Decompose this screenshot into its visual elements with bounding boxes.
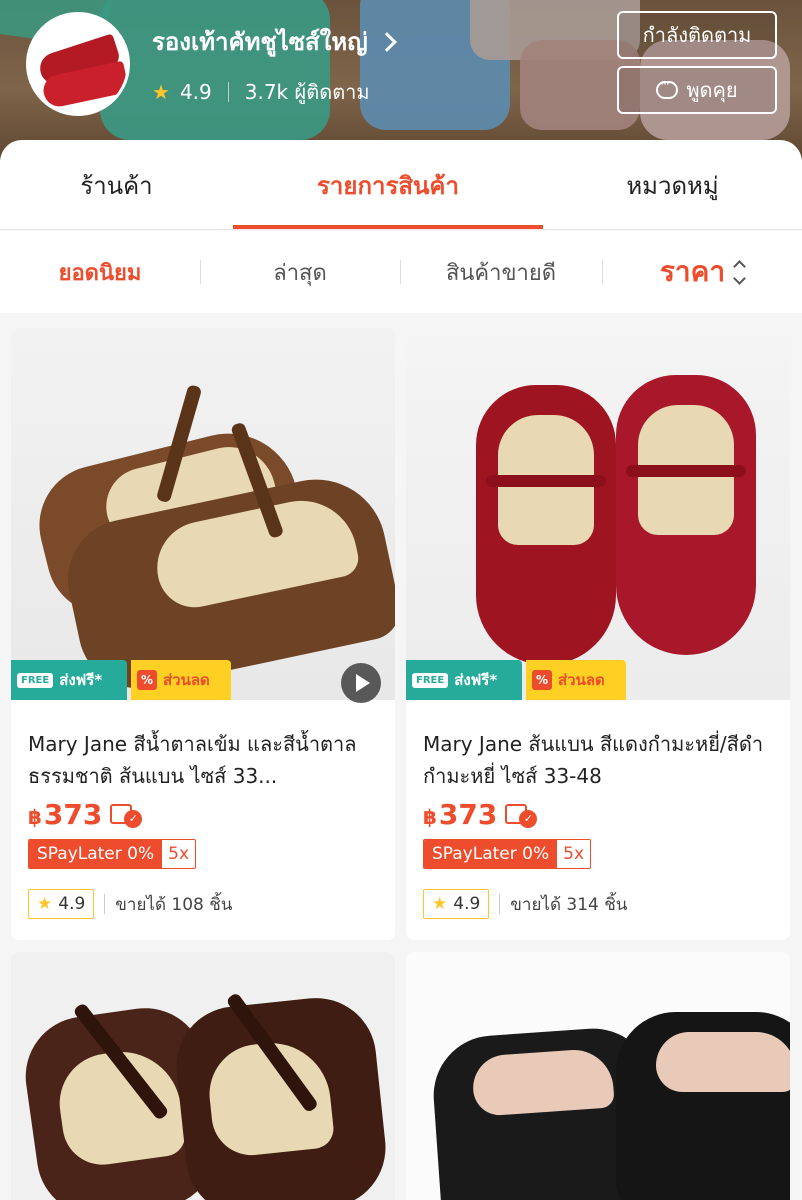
paylater-label: SPayLater 0% bbox=[424, 840, 558, 868]
rating-badge: ★ 4.9 bbox=[423, 889, 490, 919]
banner-shoe-image bbox=[360, 0, 510, 130]
meta-row: ★ 4.9 ขายได้ 108 ชิ้น bbox=[28, 889, 378, 919]
sort-label: ราคา bbox=[659, 255, 726, 288]
discount-badge: % ส่วนลด bbox=[131, 660, 231, 700]
main-tabs: ร้านค้า รายการสินค้า หมวดหมู่ bbox=[0, 140, 802, 230]
paylater-label: SPayLater 0% bbox=[29, 840, 163, 868]
free-shipping-badge: FREE ส่งฟรี* bbox=[11, 660, 127, 700]
product-card[interactable]: FREE ส่งฟรี* % ส่วนลด Mary Jane สีน้ำตาล… bbox=[11, 328, 395, 940]
sort-arrows-icon bbox=[733, 259, 746, 285]
following-button-label: กำลังติดตาม bbox=[642, 23, 752, 47]
sort-price[interactable]: ราคา bbox=[602, 231, 802, 313]
chat-button-label: พูดคุย bbox=[686, 78, 738, 102]
tab-label: ร้านค้า bbox=[80, 171, 153, 200]
percent-icon: % bbox=[532, 670, 552, 690]
product-price: ฿373 bbox=[28, 798, 102, 831]
shop-followers: 3.7k ผู้ติดตาม bbox=[244, 80, 370, 104]
paylater-badge: SPayLater 0% 5x bbox=[28, 839, 197, 869]
product-title: Mary Jane ส้นแบน สีแดงกำมะหยี่/สีดำกำมะห… bbox=[423, 732, 764, 788]
shoe-illustration bbox=[476, 385, 616, 665]
price-row: ฿373 ✓ bbox=[28, 798, 378, 831]
video-play-icon[interactable] bbox=[341, 663, 381, 703]
chat-button[interactable]: พูดคุย bbox=[617, 66, 777, 114]
shoe-illustration bbox=[616, 375, 756, 655]
discount-label: ส่วนลด bbox=[558, 671, 605, 689]
tab-label: หมวดหมู่ bbox=[626, 171, 719, 200]
chat-bubble-icon bbox=[656, 77, 679, 99]
promo-badges: FREE ส่งฟรี* % ส่วนลด bbox=[11, 660, 231, 700]
sort-best-selling[interactable]: สินค้าขายดี bbox=[400, 231, 602, 313]
discount-badge: % ส่วนลด bbox=[526, 660, 626, 700]
price-value: 373 bbox=[438, 798, 498, 831]
paylater-installments: 5x bbox=[563, 844, 585, 864]
star-icon: ★ bbox=[152, 80, 170, 104]
product-image[interactable] bbox=[406, 335, 790, 700]
tab-categories[interactable]: หมวดหมู่ bbox=[543, 140, 802, 230]
meta-divider bbox=[499, 894, 501, 914]
product-price: ฿373 bbox=[423, 798, 497, 831]
free-shipping-badge: FREE ส่งฟรี* bbox=[406, 660, 522, 700]
product-image[interactable] bbox=[11, 952, 395, 1200]
product-title: Mary Jane สีน้ำตาลเข้ม และสีน้ำตาลธรรมชา… bbox=[28, 732, 357, 788]
sold-count: ขายได้ 314 ชิ้น bbox=[510, 894, 628, 915]
product-card[interactable]: FREE ส่งฟรี* % ส่วนลด Mary Jane ส้นแบน ส… bbox=[406, 335, 790, 940]
percent-icon: % bbox=[137, 670, 157, 690]
truck-icon: FREE bbox=[412, 672, 449, 688]
shop-stats: ★ 4.9 3.7k ผู้ติดตาม bbox=[152, 76, 370, 108]
truck-icon: FREE bbox=[17, 672, 54, 688]
product-rating: 4.9 bbox=[58, 894, 86, 914]
sort-label: ยอดนิยม bbox=[58, 260, 142, 286]
sort-popular[interactable]: ยอดนิยม bbox=[0, 231, 200, 313]
sort-latest[interactable]: ล่าสุด bbox=[200, 231, 400, 313]
following-button[interactable]: กำลังติดตาม bbox=[617, 11, 777, 59]
shop-rating: 4.9 bbox=[179, 80, 212, 104]
voucher-check-icon: ✓ bbox=[110, 802, 144, 828]
discount-label: ส่วนลด bbox=[163, 671, 210, 689]
rating-badge: ★ 4.9 bbox=[28, 889, 95, 919]
star-icon: ★ bbox=[432, 894, 448, 914]
chevron-right-icon bbox=[376, 31, 397, 52]
paylater-installments: 5x bbox=[168, 844, 190, 864]
product-image[interactable] bbox=[11, 328, 395, 700]
shoe-illustration bbox=[170, 991, 392, 1200]
shoe-illustration bbox=[616, 1012, 790, 1200]
meta-row: ★ 4.9 ขายได้ 314 ชิ้น bbox=[423, 889, 773, 919]
stat-divider bbox=[227, 82, 229, 102]
meta-divider bbox=[104, 894, 106, 914]
active-tab-indicator bbox=[233, 225, 543, 229]
sold-count: ขายได้ 108 ชิ้น bbox=[115, 894, 233, 915]
promo-badges: FREE ส่งฟรี* % ส่วนลด bbox=[406, 660, 626, 700]
sort-bar: ยอดนิยม ล่าสุด สินค้าขายดี ราคา bbox=[0, 231, 802, 313]
sort-label: ล่าสุด bbox=[273, 260, 327, 286]
shop-name-link[interactable]: รองเท้าคัทชูไซส์ใหญ่ bbox=[152, 22, 397, 61]
sort-label: สินค้าขายดี bbox=[445, 260, 557, 286]
tab-shop[interactable]: ร้านค้า bbox=[0, 140, 233, 230]
shop-avatar[interactable] bbox=[26, 12, 130, 116]
product-info: Mary Jane ส้นแบน สีแดงกำมะหยี่/สีดำกำมะห… bbox=[406, 728, 790, 919]
product-rating: 4.9 bbox=[453, 894, 481, 914]
banner-shoe-image bbox=[470, 0, 640, 60]
product-image[interactable] bbox=[406, 952, 790, 1200]
shop-name: รองเท้าคัทชูไซส์ใหญ่ bbox=[152, 28, 368, 56]
voucher-check-icon: ✓ bbox=[505, 802, 539, 828]
price-row: ฿373 ✓ bbox=[423, 798, 773, 831]
free-shipping-label: ส่งฟรี* bbox=[454, 671, 498, 689]
currency-symbol: ฿ bbox=[423, 805, 437, 829]
product-info: Mary Jane สีน้ำตาลเข้ม และสีน้ำตาลธรรมชา… bbox=[11, 728, 395, 919]
tab-products[interactable]: รายการสินค้า bbox=[233, 140, 543, 230]
free-shipping-label: ส่งฟรี* bbox=[59, 671, 103, 689]
paylater-badge: SPayLater 0% 5x bbox=[423, 839, 592, 869]
product-card[interactable] bbox=[11, 952, 395, 1200]
tab-label: รายการสินค้า bbox=[317, 171, 459, 200]
star-icon: ★ bbox=[37, 894, 53, 914]
price-value: 373 bbox=[43, 798, 103, 831]
currency-symbol: ฿ bbox=[28, 805, 42, 829]
product-card[interactable] bbox=[406, 952, 790, 1200]
banner-shoe-image bbox=[100, 0, 330, 140]
